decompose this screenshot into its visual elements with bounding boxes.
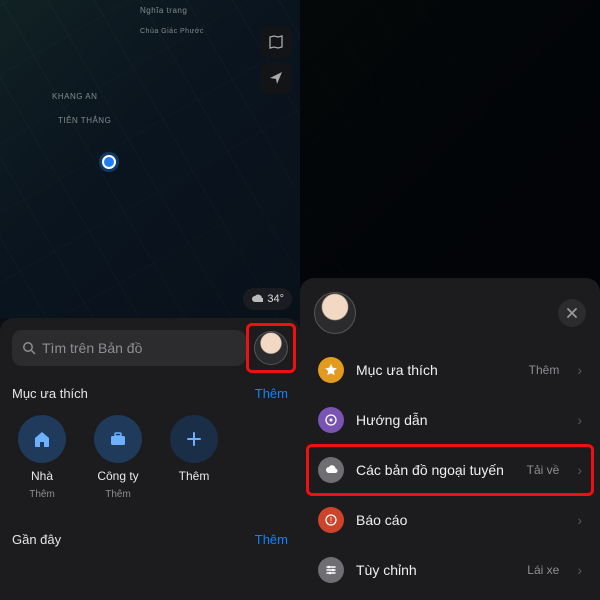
favorites-title: Mục ưa thích <box>12 386 88 401</box>
avatar[interactable] <box>314 292 356 334</box>
menu-trail: Thêm <box>529 363 560 377</box>
locate-button[interactable] <box>260 62 292 94</box>
menu-label: Hướng dẫn <box>356 412 559 428</box>
chevron-right-icon: › <box>577 412 582 428</box>
menu-customize[interactable]: Tùy chỉnh Lái xe › <box>314 546 586 594</box>
menu-trail: Lái xe <box>527 563 559 577</box>
search-input[interactable]: Tìm trên Bản đồ <box>12 330 246 366</box>
menu-label: Báo cáo <box>356 512 559 528</box>
menu-report[interactable]: ! Báo cáo › <box>314 496 586 544</box>
map-controls <box>260 26 292 94</box>
map-label-chua: Chùa Giác Phước <box>140 28 204 35</box>
menu-offline-maps[interactable]: Các bản đồ ngoại tuyến Tải về › <box>314 446 586 494</box>
current-location-dot <box>102 155 116 169</box>
plus-icon <box>170 415 218 463</box>
favorite-label: Nhà <box>31 469 53 483</box>
map-label-nghiatrang: Nghĩa trang <box>140 6 187 15</box>
favorites-more-link[interactable]: Thêm <box>255 386 288 401</box>
chevron-right-icon: › <box>577 362 582 378</box>
cloud-icon <box>251 293 263 305</box>
cloud-download-icon <box>318 457 344 483</box>
chevron-right-icon: › <box>577 562 582 578</box>
menu-label: Mục ưa thích <box>356 362 517 378</box>
favorites-header: Mục ưa thích Thêm <box>12 386 288 401</box>
report-icon: ! <box>318 507 344 533</box>
chevron-right-icon: › <box>577 512 582 528</box>
map-background <box>0 0 300 318</box>
map-label-khangan: KHANG AN <box>52 92 97 101</box>
map-mode-icon <box>268 34 284 50</box>
favorite-work[interactable]: Công ty Thêm <box>88 415 148 500</box>
bottom-sheet: Tìm trên Bản đồ Mục ưa thích Thêm Nhà Th… <box>0 318 300 600</box>
chevron-right-icon: › <box>577 462 582 478</box>
screenshot-right: Mục ưa thích Thêm › Hướng dẫn › Các bản … <box>300 0 600 600</box>
menu-trail: Tải về <box>527 463 560 477</box>
weather-temp: 34° <box>267 293 284 305</box>
star-icon <box>318 357 344 383</box>
favorite-label: Thêm <box>179 469 210 483</box>
search-placeholder: Tìm trên Bản đồ <box>42 340 142 356</box>
close-button[interactable] <box>558 299 586 327</box>
menu-label: Các bản đồ ngoại tuyến <box>356 462 515 478</box>
menu-guides[interactable]: Hướng dẫn › <box>314 396 586 444</box>
screenshot-left: Nghĩa trang Chùa Giác Phước KHANG AN TIÊ… <box>0 0 300 600</box>
account-menu: Mục ưa thích Thêm › Hướng dẫn › Các bản … <box>314 346 586 594</box>
close-icon <box>566 307 578 319</box>
favorite-label: Công ty <box>97 469 138 483</box>
menu-favorites[interactable]: Mục ưa thích Thêm › <box>314 346 586 394</box>
favorite-sub: Thêm <box>29 489 55 500</box>
search-row: Tìm trên Bản đồ <box>12 330 288 366</box>
briefcase-icon <box>94 415 142 463</box>
recent-title: Gần đây <box>12 532 61 547</box>
recent-header: Gần đây Thêm <box>12 532 288 547</box>
favorite-sub: Thêm <box>105 489 131 500</box>
recent-more-link[interactable]: Thêm <box>255 532 288 547</box>
favorites-row: Nhà Thêm Công ty Thêm Thêm <box>12 415 288 500</box>
map-label-tienthang: TIÊN THẮNG <box>58 116 111 125</box>
sheet-header <box>314 292 586 334</box>
customize-icon <box>318 557 344 583</box>
search-icon <box>22 341 36 355</box>
account-sheet: Mục ưa thích Thêm › Hướng dẫn › Các bản … <box>300 278 600 600</box>
weather-badge[interactable]: 34° <box>243 288 292 310</box>
svg-text:!: ! <box>330 516 332 525</box>
menu-label: Tùy chỉnh <box>356 562 515 578</box>
map-area[interactable]: Nghĩa trang Chùa Giác Phước KHANG AN TIÊ… <box>0 0 300 318</box>
favorite-home[interactable]: Nhà Thêm <box>12 415 72 500</box>
home-icon <box>18 415 66 463</box>
favorite-add[interactable]: Thêm <box>164 415 224 500</box>
map-mode-button[interactable] <box>260 26 292 58</box>
guide-icon <box>318 407 344 433</box>
avatar[interactable] <box>254 331 288 365</box>
location-arrow-icon <box>269 71 283 85</box>
